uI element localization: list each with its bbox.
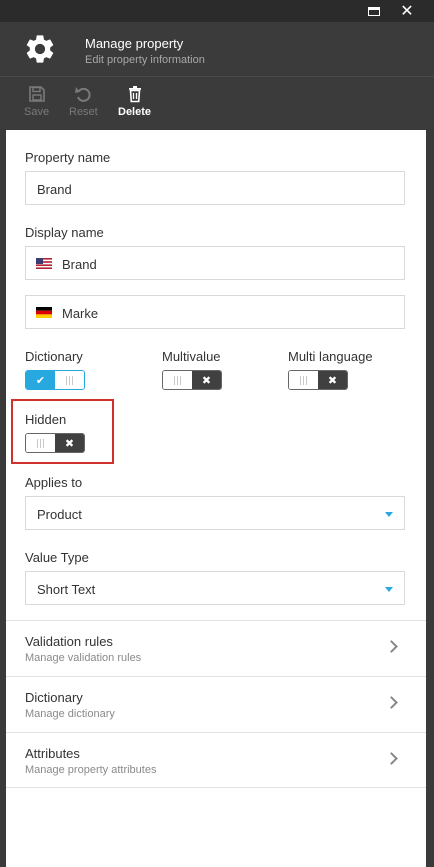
applies-to-label: Applies to [25, 475, 83, 490]
display-name-en-value: Brand [62, 257, 97, 272]
nav-item-title: Attributes [25, 746, 80, 761]
display-name-label: Display name [25, 225, 104, 240]
toolbar: Save Reset Delete [0, 76, 434, 130]
multi-language-label: Multi language [288, 349, 373, 364]
page-title: Manage property [85, 36, 184, 51]
chevron-right-icon [385, 696, 398, 709]
multivalue-label: Multivalue [162, 349, 221, 364]
nav-item-dictionary[interactable]: Dictionary Manage dictionary [6, 676, 426, 732]
x-icon: ✖ [55, 434, 84, 452]
reset-label: Reset [69, 106, 98, 118]
dictionary-toggle[interactable]: ✔ [25, 370, 85, 390]
nav-item-validation-rules[interactable]: Validation rules Manage validation rules [6, 620, 426, 676]
x-icon: ✖ [192, 371, 221, 389]
display-name-de-value: Marke [62, 306, 99, 321]
x-icon: ✖ [318, 371, 347, 389]
reset-button[interactable]: Reset [69, 85, 98, 118]
nav-item-title: Validation rules [25, 634, 113, 649]
close-icon[interactable]: ✕ [398, 2, 416, 20]
save-label: Save [24, 106, 50, 118]
undo-icon [75, 87, 91, 102]
dropdown-arrow-icon [385, 587, 393, 592]
us-flag-icon [36, 258, 52, 269]
maximize-icon[interactable] [365, 2, 383, 20]
save-button[interactable]: Save [24, 85, 49, 118]
property-name-value: Brand [37, 182, 72, 197]
hidden-toggle[interactable]: ✖ [25, 433, 85, 453]
nav-item-subtitle: Manage property attributes [25, 764, 157, 776]
chevron-right-icon [385, 640, 398, 653]
nav-item-title: Dictionary [25, 690, 83, 705]
value-type-select[interactable]: Short Text [25, 571, 405, 605]
hidden-label: Hidden [25, 412, 67, 427]
dictionary-label: Dictionary [25, 349, 83, 364]
multivalue-toggle[interactable]: ✖ [162, 370, 222, 390]
delete-button[interactable]: Delete [118, 85, 151, 118]
applies-to-value: Product [37, 507, 82, 522]
trash-icon [128, 86, 141, 103]
value-type-value: Short Text [37, 582, 96, 597]
window-titlebar: ✕ [0, 0, 434, 22]
value-type-label: Value Type [25, 550, 89, 565]
display-name-en-input[interactable]: Brand [25, 246, 405, 280]
multi-language-toggle[interactable]: ✖ [288, 370, 348, 390]
property-name-input[interactable]: Brand [25, 171, 405, 205]
nav-item-subtitle: Manage validation rules [25, 652, 142, 664]
chevron-right-icon [385, 752, 398, 765]
save-icon [28, 86, 45, 102]
form-panel: Property name Brand Display name Brand M… [6, 130, 426, 867]
de-flag-icon [36, 307, 52, 318]
delete-label: Delete [118, 106, 152, 118]
gear-icon [26, 35, 54, 63]
dropdown-arrow-icon [385, 512, 393, 517]
highlight-box [11, 399, 114, 464]
property-name-label: Property name [25, 150, 111, 165]
applies-to-select[interactable]: Product [25, 496, 405, 530]
check-icon: ✔ [26, 371, 55, 389]
panel-header: Manage property Edit property informatio… [0, 22, 434, 76]
display-name-de-input[interactable]: Marke [25, 295, 405, 329]
nav-item-attributes[interactable]: Attributes Manage property attributes [6, 732, 426, 788]
nav-item-subtitle: Manage dictionary [25, 708, 115, 720]
page-subtitle: Edit property information [85, 54, 205, 66]
